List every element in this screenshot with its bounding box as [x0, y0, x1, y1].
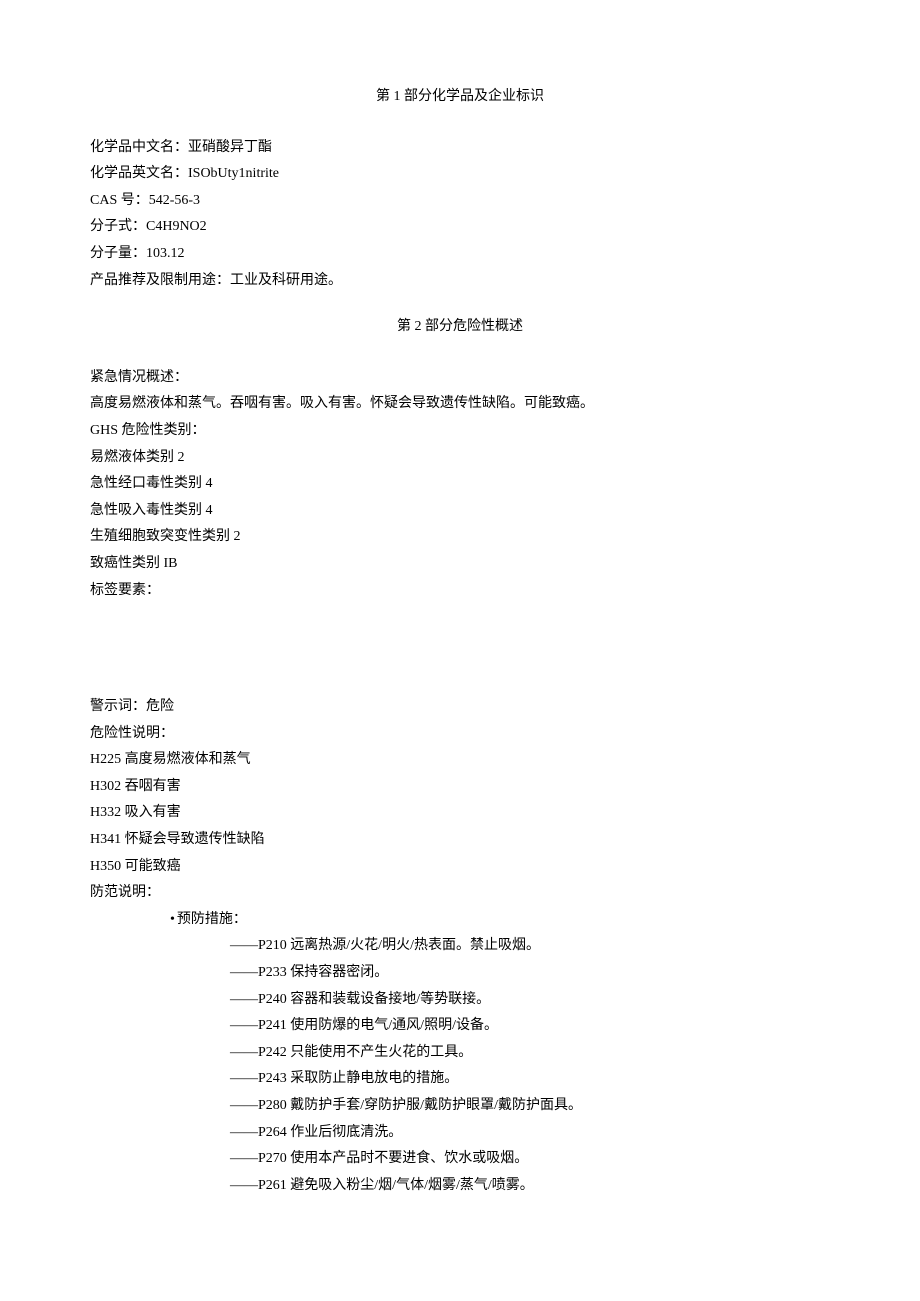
hazard-statement: H341 怀疑会导致遗传性缺陷 — [90, 827, 830, 854]
molecular-weight: 分子量：103.12 — [90, 241, 830, 268]
prevention-section: 预防措施： ——P210 远离热源/火花/明火/热表面。禁止吸烟。 ——P233… — [90, 907, 830, 1200]
prevention-item: ——P241 使用防爆的电气/通风/照明/设备。 — [230, 1013, 830, 1040]
label-elements: 标签要素： — [90, 578, 830, 605]
hazard-statement-label: 危险性说明： — [90, 721, 830, 748]
chemical-name-en: 化学品英文名：ISObUty1nitrite — [90, 161, 830, 188]
ghs-category: 易燃液体类别 2 — [90, 445, 830, 472]
prevention-item: ——P270 使用本产品时不要进食、饮水或吸烟。 — [230, 1146, 830, 1173]
prevention-item: ——P233 保持容器密闭。 — [230, 960, 830, 987]
prevention-item: ——P242 只能使用不产生火花的工具。 — [230, 1040, 830, 1067]
pictogram-placeholder — [90, 604, 830, 694]
ghs-category: 急性经口毒性类别 4 — [90, 471, 830, 498]
signal-word: 警示词：危险 — [90, 694, 830, 721]
hazard-statement: H332 吸入有害 — [90, 800, 830, 827]
cas-number: CAS 号：542-56-3 — [90, 188, 830, 215]
section-2-content: 紧急情况概述： 高度易燃液体和蒸气。吞咽有害。吸入有害。怀疑会导致遗传性缺陷。可… — [90, 365, 830, 1200]
section-1-title: 第 1 部分化学品及企业标识 — [90, 84, 830, 111]
product-usage: 产品推荐及限制用途：工业及科研用途。 — [90, 268, 830, 295]
ghs-label: GHS 危险性类别： — [90, 418, 830, 445]
ghs-category: 生殖细胞致突变性类别 2 — [90, 524, 830, 551]
prevention-item: ——P261 避免吸入粉尘/烟/气体/烟雾/蒸气/喷雾。 — [230, 1173, 830, 1200]
molecular-formula: 分子式：C4H9NO2 — [90, 214, 830, 241]
section-2-title: 第 2 部分危险性概述 — [90, 314, 830, 341]
ghs-category: 致癌性类别 IB — [90, 551, 830, 578]
prevention-item: ——P280 戴防护手套/穿防护服/戴防护眼罩/戴防护面具。 — [230, 1093, 830, 1120]
hazard-statement: H302 吞咽有害 — [90, 774, 830, 801]
hazard-statement: H350 可能致癌 — [90, 854, 830, 881]
emergency-label: 紧急情况概述： — [90, 365, 830, 392]
precaution-label: 防范说明： — [90, 880, 830, 907]
ghs-category: 急性吸入毒性类别 4 — [90, 498, 830, 525]
prevention-item: ——P264 作业后彻底清洗。 — [230, 1120, 830, 1147]
section-1-content: 化学品中文名：亚硝酸异丁酯 化学品英文名：ISObUty1nitrite CAS… — [90, 135, 830, 295]
prevention-items: ——P210 远离热源/火花/明火/热表面。禁止吸烟。 ——P233 保持容器密… — [170, 933, 830, 1199]
chemical-name-cn: 化学品中文名：亚硝酸异丁酯 — [90, 135, 830, 162]
prevention-item: ——P240 容器和装载设备接地/等势联接。 — [230, 987, 830, 1014]
prevention-item: ——P210 远离热源/火花/明火/热表面。禁止吸烟。 — [230, 933, 830, 960]
emergency-description: 高度易燃液体和蒸气。吞咽有害。吸入有害。怀疑会导致遗传性缺陷。可能致癌。 — [90, 391, 830, 418]
prevention-label: 预防措施： — [170, 907, 830, 934]
hazard-statement: H225 高度易燃液体和蒸气 — [90, 747, 830, 774]
prevention-item: ——P243 采取防止静电放电的措施。 — [230, 1066, 830, 1093]
